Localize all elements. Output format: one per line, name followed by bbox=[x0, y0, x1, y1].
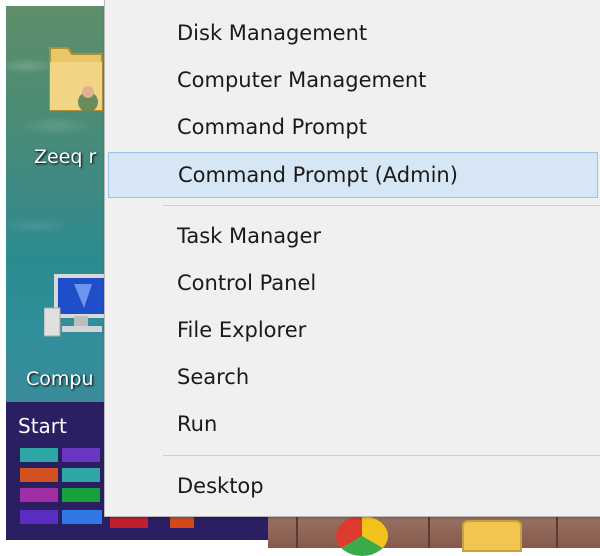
start-tile bbox=[20, 510, 58, 524]
taskbar-separator bbox=[296, 512, 298, 548]
power-user-menu: Disk Management Computer Management Comm… bbox=[104, 0, 600, 517]
start-tile bbox=[62, 488, 100, 502]
user-folder-label[interactable]: Zeeq r bbox=[34, 146, 96, 168]
menu-item-file-explorer[interactable]: File Explorer bbox=[105, 307, 600, 353]
menu-item-label: Search bbox=[177, 365, 250, 389]
chrome-icon[interactable] bbox=[336, 516, 388, 556]
taskbar-separator bbox=[428, 512, 430, 548]
menu-item-search[interactable]: Search bbox=[105, 354, 600, 400]
menu-item-disk-management[interactable]: Disk Management bbox=[105, 10, 600, 56]
computer-label[interactable]: Compu bbox=[26, 368, 94, 390]
start-tile bbox=[20, 488, 58, 502]
menu-item-desktop[interactable]: Desktop bbox=[105, 463, 600, 509]
menu-item-label: Control Panel bbox=[177, 271, 317, 295]
menu-item-label: Computer Management bbox=[177, 68, 427, 92]
file-explorer-icon[interactable] bbox=[462, 520, 522, 552]
start-tile bbox=[20, 468, 58, 482]
menu-item-label: Command Prompt bbox=[177, 115, 367, 139]
menu-item-task-manager[interactable]: Task Manager bbox=[105, 213, 600, 259]
taskbar-separator bbox=[556, 512, 558, 548]
menu-item-computer-management[interactable]: Computer Management bbox=[105, 57, 600, 103]
desktop-background: Zeeq r Compu bbox=[6, 6, 110, 402]
start-tile bbox=[62, 510, 102, 524]
start-label: Start bbox=[18, 414, 67, 438]
menu-item-label: Task Manager bbox=[177, 224, 322, 248]
menu-item-label: Desktop bbox=[177, 474, 264, 498]
menu-item-label: Run bbox=[177, 412, 218, 436]
start-tile bbox=[62, 448, 100, 462]
menu-item-label: File Explorer bbox=[177, 318, 307, 342]
menu-item-command-prompt[interactable]: Command Prompt bbox=[105, 104, 600, 150]
menu-item-run[interactable]: Run bbox=[105, 401, 600, 447]
start-tile bbox=[20, 448, 58, 462]
menu-item-control-panel[interactable]: Control Panel bbox=[105, 260, 600, 306]
user-folder-icon[interactable] bbox=[46, 40, 106, 124]
menu-item-label: Disk Management bbox=[177, 21, 368, 45]
start-tile bbox=[62, 468, 100, 482]
menu-separator bbox=[163, 205, 600, 206]
menu-item-command-prompt-admin[interactable]: Command Prompt (Admin) bbox=[108, 152, 598, 198]
menu-separator bbox=[163, 455, 600, 456]
taskbar bbox=[268, 512, 600, 548]
menu-item-label: Command Prompt (Admin) bbox=[178, 163, 458, 187]
computer-icon[interactable] bbox=[44, 270, 110, 348]
